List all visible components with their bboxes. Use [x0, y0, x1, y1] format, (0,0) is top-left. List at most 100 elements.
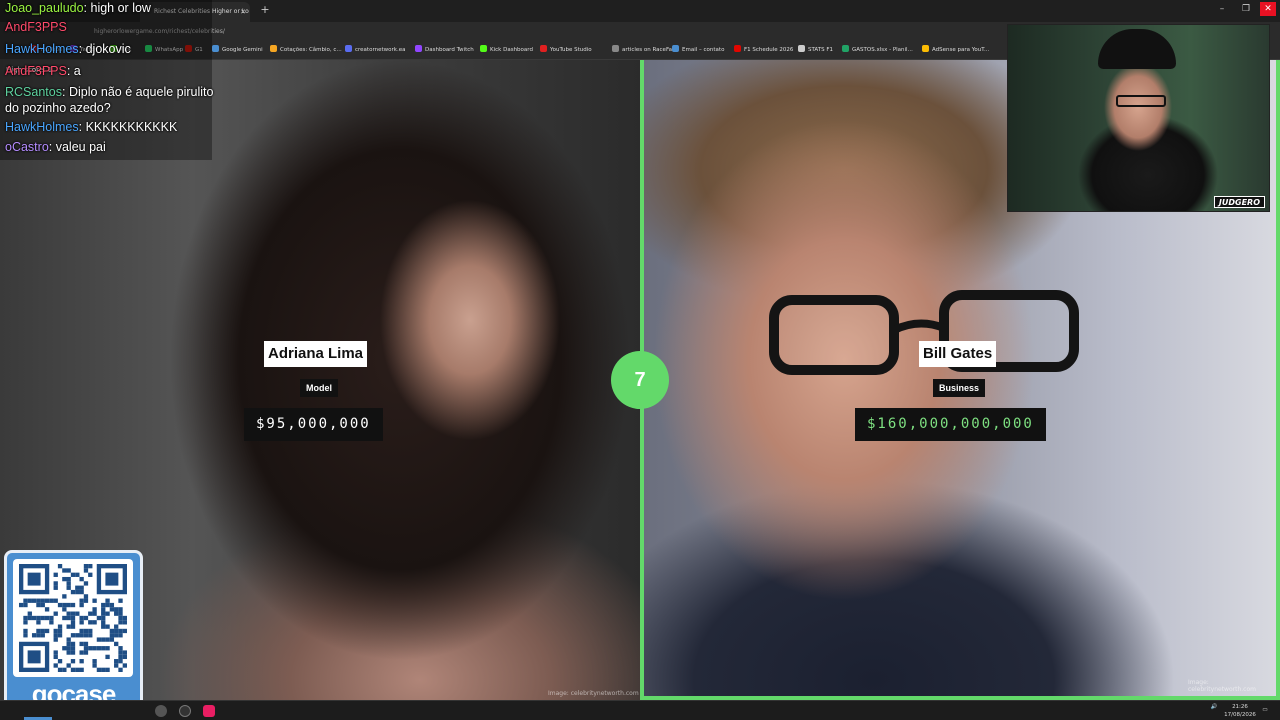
- left-celebrity-net-worth: $95,000,000: [244, 408, 383, 441]
- qr-module: [70, 589, 76, 595]
- bookmark-item[interactable]: Cotações: Câmbio, c...: [270, 40, 342, 60]
- chat-username: AndF3PPS: [5, 20, 67, 34]
- app-icon-pink[interactable]: [203, 705, 215, 717]
- minimize-icon[interactable]: –: [1214, 2, 1230, 16]
- qr-module: [31, 598, 37, 603]
- bookmark-item[interactable]: F1 Schedule 2026: [734, 40, 793, 60]
- bookmark-item[interactable]: Google Gemini: [212, 40, 263, 60]
- new-tab-icon[interactable]: +: [258, 3, 272, 17]
- bookmark-item[interactable]: YouTube Studio: [540, 40, 592, 60]
- qr-module: [122, 663, 127, 668]
- qr-module: [31, 615, 37, 621]
- bookmark-label: AdSense para YouT...: [932, 47, 990, 53]
- bookmark-label: F1 Schedule 2026: [744, 47, 794, 53]
- bookmark-favicon-icon: [734, 45, 741, 52]
- bookmark-item[interactable]: articles on RaceFans: [612, 40, 678, 60]
- bookmark-favicon-icon: [212, 45, 219, 52]
- qr-module: [70, 620, 76, 625]
- qr-module: [75, 572, 80, 577]
- qr-module: [96, 615, 102, 621]
- bookmark-label: Google Gemini: [222, 47, 263, 53]
- qr-module: [92, 598, 97, 603]
- qr-module: [40, 615, 45, 621]
- qr-module: [122, 650, 127, 655]
- chat-username: HawkHolmes: [5, 120, 79, 134]
- app-icon[interactable]: [179, 705, 191, 717]
- bookmark-label: GASTOS.xlsx - Planil...: [852, 47, 913, 53]
- qr-module: [92, 646, 97, 651]
- qr-module: [114, 641, 119, 647]
- chat-message: Joao_pauludo: high or low: [5, 0, 151, 18]
- chat-text: Diplo não é aquele pirulito: [68, 85, 214, 99]
- qr-module: [23, 598, 28, 603]
- qr-module: [44, 598, 50, 603]
- qr-module: [66, 602, 71, 608]
- qr-module: [70, 650, 76, 655]
- qr-module: [79, 615, 84, 621]
- volume-icon[interactable]: 🔊: [1204, 703, 1224, 711]
- qr-module: [70, 602, 76, 608]
- bookmark-favicon-icon: [540, 45, 547, 52]
- qr-module: [70, 572, 76, 577]
- stream-chat-overlay: High score: 1 Joao_pauludo: high or low A…: [0, 0, 214, 160]
- qr-module: [118, 615, 123, 621]
- qr-module: [49, 620, 54, 625]
- clock[interactable]: 21:26 17/08/2026: [1224, 703, 1256, 719]
- close-window-icon[interactable]: ✕: [1260, 2, 1276, 16]
- bookmark-item[interactable]: AdSense para YouT...: [922, 40, 989, 60]
- qr-module: [27, 650, 41, 664]
- close-tab-icon[interactable]: ✕: [240, 2, 246, 22]
- qr-module: [109, 633, 115, 638]
- maximize-icon[interactable]: ❐: [1238, 2, 1254, 16]
- qr-module: [57, 564, 63, 569]
- qr-module: [88, 611, 93, 616]
- qr-module: [70, 611, 76, 616]
- qr-module: [101, 607, 106, 612]
- qr-module: [118, 598, 123, 603]
- qr-module: [92, 659, 97, 664]
- qr-module: [101, 615, 106, 621]
- qr-module: [101, 646, 106, 651]
- qr-module: [70, 615, 76, 621]
- chat-message: HawkHolmes: KKKKKKKKKKK: [5, 118, 177, 137]
- qr-module: [23, 633, 28, 638]
- qr-module: [88, 646, 93, 651]
- qr-module: [57, 667, 63, 672]
- bookmark-item[interactable]: GASTOS.xlsx - Planil...: [842, 40, 913, 60]
- bookmark-item[interactable]: creatornetwork.ea: [345, 40, 405, 60]
- qr-module: [114, 633, 119, 638]
- chat-text: valeu pai: [55, 140, 106, 154]
- qr-module: [83, 598, 89, 603]
- qr-module: [105, 572, 119, 586]
- bookmark-favicon-icon: [345, 45, 352, 52]
- qr-code-icon: [19, 564, 127, 672]
- qr-module: [23, 602, 28, 608]
- qr-module: [36, 620, 41, 625]
- taskbar: 🔊 21:26 17/08/2026 ▭: [0, 700, 1280, 720]
- qr-module: [83, 594, 89, 599]
- qr-module: [101, 637, 106, 642]
- qr-module: [114, 659, 119, 664]
- qr-module: [96, 646, 102, 651]
- qr-module: [70, 633, 76, 638]
- qr-module: [109, 637, 115, 642]
- qr-module: [40, 598, 45, 603]
- qr-module: [70, 667, 76, 672]
- webcam-overlay: JUDGERO: [1007, 24, 1270, 212]
- qr-module: [27, 572, 41, 586]
- qr-module: [70, 641, 76, 647]
- qr-module: [122, 628, 127, 634]
- chat-text: djokovic: [85, 42, 131, 56]
- bookmark-item[interactable]: Dashboard Twitch: [415, 40, 474, 60]
- qr-module: [118, 646, 123, 651]
- qr-module: [36, 602, 41, 608]
- qr-module: [57, 624, 63, 629]
- qr-module: [83, 633, 89, 638]
- notification-icon[interactable]: ▭: [1258, 706, 1272, 714]
- obs-icon[interactable]: [155, 705, 167, 717]
- qr-module: [36, 628, 41, 634]
- bookmark-item[interactable]: Kick Dashboard: [480, 40, 533, 60]
- bookmark-item[interactable]: STATS F1: [798, 40, 833, 60]
- bookmark-item[interactable]: Email – contato: [672, 40, 724, 60]
- qr-module: [27, 611, 32, 616]
